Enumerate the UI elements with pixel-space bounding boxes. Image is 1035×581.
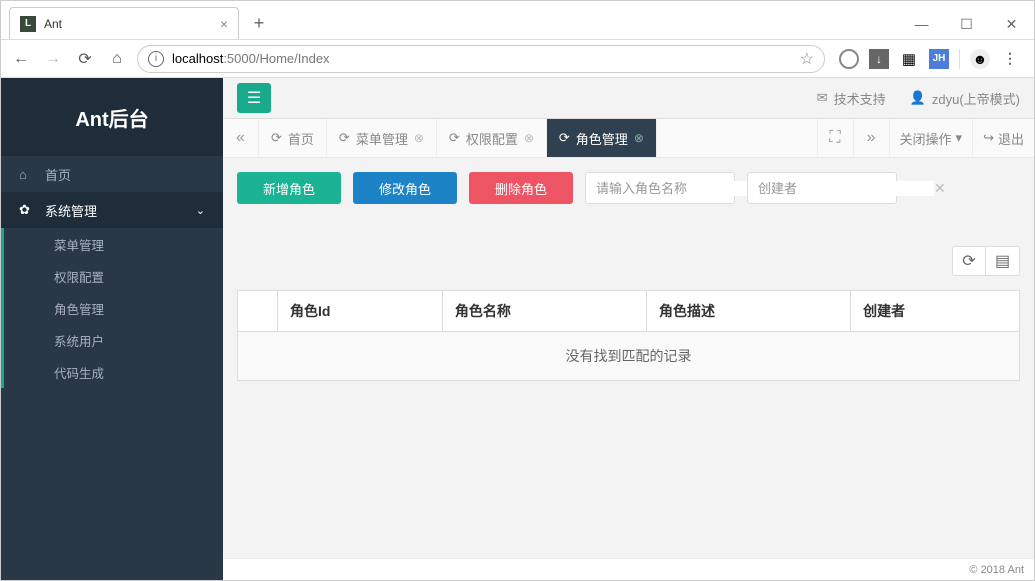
sidebar-item-home[interactable]: ⌂ 首页 [1, 156, 223, 192]
fullscreen-button[interactable]: ⛶ [817, 119, 853, 157]
column-header[interactable]: 角色名称 [442, 291, 646, 332]
sidebar-item-label: 首页 [45, 165, 71, 184]
tabs-scroll-left[interactable]: « [223, 119, 259, 157]
refresh-icon [449, 130, 460, 146]
support-link[interactable]: ✉ 技术支持 [817, 89, 886, 108]
tab-home[interactable]: 首页 [259, 119, 327, 157]
download-icon[interactable]: ↓ [869, 49, 889, 69]
user-icon: 👤 [910, 90, 926, 106]
sidebar-sub-user[interactable]: 系统用户 [4, 324, 223, 356]
role-table: 角色Id 角色名称 角色描述 创建者 没有找到匹配的记录 [237, 290, 1020, 381]
sidebar-sub-permission[interactable]: 权限配置 [4, 260, 223, 292]
creator-filter[interactable]: ✕ [747, 172, 897, 204]
refresh-icon [271, 130, 282, 146]
menu-icon[interactable]: ⋮ [1000, 49, 1020, 69]
creator-input[interactable] [758, 181, 934, 196]
bookmark-icon[interactable]: ☆ [800, 49, 814, 69]
browser-tab[interactable]: L Ant × [9, 7, 239, 39]
add-button[interactable]: 新增角色 [237, 172, 341, 204]
columns-button[interactable]: ▤ [986, 246, 1020, 276]
hamburger-button[interactable]: ☰ [237, 83, 271, 113]
tabs-scroll-right[interactable]: » [853, 119, 889, 157]
favicon: L [20, 16, 36, 32]
close-icon[interactable]: × [220, 16, 228, 32]
page-tabs: « 首页 菜单管理 ⊗ 权限配置 ⊗ 角色管理 [223, 118, 1034, 158]
divider [959, 49, 960, 69]
sidebar-sub-role[interactable]: 角色管理 [4, 292, 223, 324]
address-bar: ← → ⟳ ⌂ i localhost:5000/Home/Index ☆ ↓ … [1, 40, 1034, 78]
topbar: ☰ ✉ 技术支持 👤 zdyu(上帝模式) [223, 78, 1034, 118]
info-icon[interactable]: i [148, 51, 164, 67]
sidebar: Ant后台 ⌂ 首页 ✿ 系统管理 ⌄ 菜单管理 权限配置 角色管理 系统用户 … [1, 78, 223, 580]
close-icon[interactable]: ⊗ [634, 131, 644, 145]
tab-role-mgmt[interactable]: 角色管理 ⊗ [547, 119, 657, 157]
edit-button[interactable]: 修改角色 [353, 172, 457, 204]
refresh-table-button[interactable]: ⟳ [952, 246, 986, 276]
delete-button[interactable]: 删除角色 [469, 172, 573, 204]
logout-button[interactable]: ↪ 退出 [972, 119, 1034, 157]
toolbar: 新增角色 修改角色 删除角色 ✕ ✕ [237, 172, 1020, 204]
maximize-button[interactable]: ☐ [944, 9, 989, 39]
forward-button[interactable]: → [41, 47, 65, 71]
back-button[interactable]: ← [9, 47, 33, 71]
refresh-icon [559, 130, 570, 146]
url-input[interactable]: i localhost:5000/Home/Index ☆ [137, 45, 825, 73]
empty-message: 没有找到匹配的记录 [238, 332, 1020, 381]
close-operations-menu[interactable]: 关闭操作 ▾ [889, 119, 973, 157]
role-name-input[interactable] [596, 181, 772, 196]
home-button[interactable]: ⌂ [105, 47, 129, 71]
clear-icon[interactable]: ✕ [934, 180, 946, 197]
jh-extension-icon[interactable]: JH [929, 49, 949, 69]
column-header[interactable]: 角色Id [278, 291, 443, 332]
qr-icon[interactable]: ▦ [899, 49, 919, 69]
sidebar-item-label: 系统管理 [45, 201, 97, 220]
url-path: :5000/Home/Index [223, 51, 329, 66]
gear-icon: ✿ [19, 202, 35, 218]
minimize-button[interactable]: — [899, 9, 944, 39]
role-name-filter[interactable]: ✕ [585, 172, 735, 204]
footer: © 2018 Ant [223, 558, 1034, 580]
tab-menu-mgmt[interactable]: 菜单管理 ⊗ [327, 119, 437, 157]
envelope-icon: ✉ [817, 90, 828, 106]
brand-title: Ant后台 [1, 78, 223, 156]
close-icon[interactable]: ⊗ [414, 131, 424, 145]
close-icon[interactable]: ⊗ [524, 131, 534, 145]
chevron-down-icon: ⌄ [196, 204, 205, 217]
checkbox-column[interactable] [238, 291, 278, 332]
url-host: localhost [172, 51, 223, 66]
tab-title: Ant [44, 17, 220, 31]
column-header[interactable]: 创建者 [851, 291, 1020, 332]
browser-titlebar: L Ant × + — ☐ ✕ [1, 1, 1034, 40]
caret-down-icon: ▾ [956, 130, 963, 146]
new-tab-button[interactable]: + [245, 9, 273, 37]
reload-button[interactable]: ⟳ [73, 47, 97, 71]
close-window-button[interactable]: ✕ [989, 9, 1034, 39]
sidebar-item-system[interactable]: ✿ 系统管理 ⌄ [1, 192, 223, 228]
logout-icon: ↪ [983, 130, 994, 146]
user-menu[interactable]: 👤 zdyu(上帝模式) [910, 89, 1020, 108]
sidebar-sub-codegen[interactable]: 代码生成 [4, 356, 223, 388]
extension-icon[interactable] [839, 49, 859, 69]
column-header[interactable]: 角色描述 [647, 291, 851, 332]
tab-permission[interactable]: 权限配置 ⊗ [437, 119, 547, 157]
home-icon: ⌂ [19, 167, 35, 182]
avatar-icon[interactable]: ☻ [970, 49, 990, 69]
refresh-icon [339, 130, 350, 146]
sidebar-sub-menu[interactable]: 菜单管理 [4, 228, 223, 260]
